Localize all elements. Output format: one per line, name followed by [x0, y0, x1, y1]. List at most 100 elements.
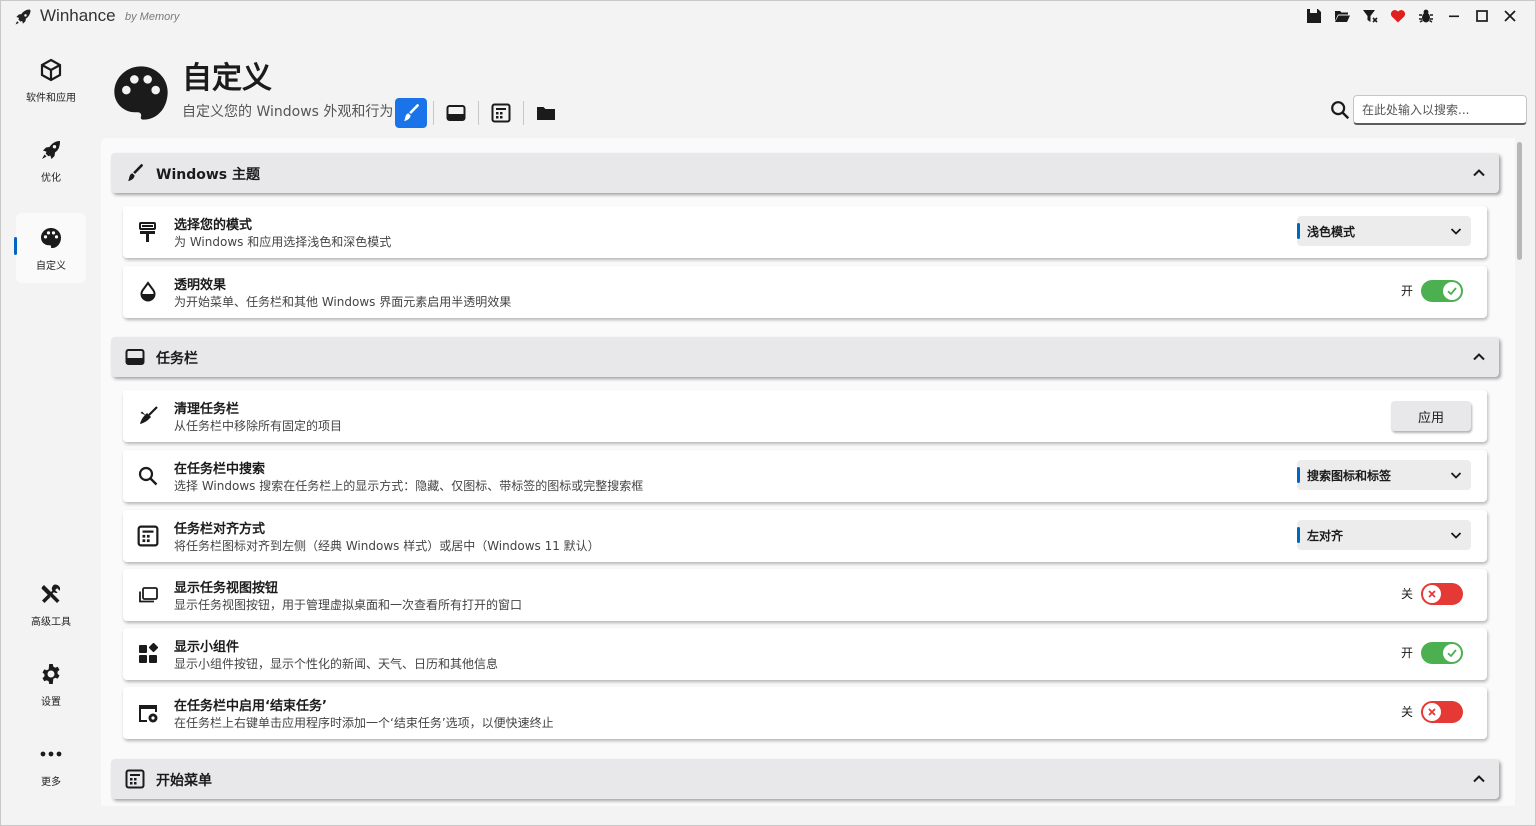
heart-icon[interactable]	[1387, 5, 1409, 27]
quick-nav-separator	[478, 101, 479, 125]
quick-nav-separator	[433, 101, 434, 125]
maximize-icon[interactable]	[1471, 5, 1493, 27]
toggle-state-label: 关	[1400, 587, 1413, 601]
chevron-down-icon	[1450, 228, 1462, 235]
sidebar-item-optimize[interactable]: 优化	[16, 125, 86, 195]
setting-description: 为 Windows 和应用选择浅色和深色模式	[174, 235, 392, 249]
section-title: Windows 主题	[156, 167, 260, 183]
folder-open-icon[interactable]	[1331, 5, 1353, 27]
save-icon[interactable]	[1303, 5, 1325, 27]
gear-icon	[38, 661, 64, 687]
sidebar-item-more[interactable]: 更多	[16, 729, 86, 799]
widgets-icon	[139, 643, 159, 663]
setting-title: 在任务栏中启用‘结束任务’	[174, 699, 327, 714]
setting-title: 透明效果	[174, 278, 227, 293]
search-icon	[138, 466, 158, 486]
quick-nav-theme-button[interactable]	[395, 98, 427, 128]
filter-icon[interactable]	[1359, 5, 1381, 27]
sidebar-item-advanced-tools[interactable]: 高级工具	[16, 569, 86, 639]
setting-card-widgets: 显示小组件 显示小组件按钮，显示个性化的新闻、天气、日历和其他信息 开	[123, 628, 1487, 680]
window-settings-icon	[139, 705, 158, 723]
palette-icon	[38, 225, 64, 251]
chevron-up-icon[interactable]	[1471, 771, 1487, 787]
title-bar: Winhance by Memory	[1, 1, 1535, 33]
taskbar-icon	[125, 349, 145, 365]
taskbar-search-dropdown[interactable]: 搜索图标和标签	[1297, 460, 1471, 490]
search-icon	[1331, 101, 1350, 120]
setting-card-end-task: 在任务栏中启用‘结束任务’ 在任务栏上右键单击应用程序时添加一个‘结束任务’选项…	[123, 687, 1487, 739]
setting-card-clean-taskbar: 清理任务栏 从任务栏中移除所有固定的项目 应用	[123, 390, 1487, 442]
end-task-toggle[interactable]	[1421, 701, 1463, 723]
taskbar-icon	[446, 105, 466, 121]
app-window: Winhance by Memory 软件和应用 优化 自定义 高级工具 设置 …	[0, 0, 1536, 826]
page-title: 自定义	[182, 61, 272, 96]
section-header-start-menu[interactable]: 开始菜单	[111, 759, 1499, 799]
water-drop-icon	[140, 281, 156, 302]
setting-description: 将任务栏图标对齐到左侧（经典 Windows 样式）或居中（Windows 11…	[174, 539, 600, 553]
chevron-up-icon[interactable]	[1471, 349, 1487, 365]
brush-icon	[404, 104, 419, 121]
bug-icon[interactable]	[1415, 5, 1437, 27]
quick-nav	[395, 98, 562, 128]
theme-mode-dropdown[interactable]: 浅色模式	[1297, 216, 1471, 246]
dropdown-value: 浅色模式	[1307, 225, 1356, 239]
vertical-scrollbar[interactable]	[1517, 142, 1522, 260]
chevron-up-icon[interactable]	[1471, 165, 1487, 181]
task-view-icon	[139, 587, 158, 603]
app-title: Winhance	[40, 6, 116, 25]
close-icon[interactable]	[1499, 5, 1521, 27]
setting-description: 在任务栏上右键单击应用程序时添加一个‘结束任务’选项，以便快速终止	[174, 716, 554, 730]
setting-title: 任务栏对齐方式	[174, 522, 266, 537]
dropdown-accent-bar	[1297, 527, 1300, 543]
quick-nav-explorer-button[interactable]	[530, 98, 562, 128]
settings-content: Windows 主题 选择您的模式 为 Windows 和应用选择浅色和深色模式…	[101, 138, 1515, 806]
toggle-state-label: 开	[1400, 284, 1413, 298]
task-view-toggle[interactable]	[1421, 583, 1463, 605]
setting-title: 清理任务栏	[174, 402, 240, 417]
setting-card-transparency: 透明效果 为开始菜单、任务栏和其他 Windows 界面元素启用半透明效果 开	[123, 266, 1487, 318]
setting-description: 选择 Windows 搜索在任务栏上的显示方式：隐藏、仅图标、带标签的图标或完整…	[174, 479, 644, 493]
transparency-toggle[interactable]	[1421, 280, 1463, 302]
apply-button[interactable]: 应用	[1391, 401, 1471, 431]
setting-description: 为开始菜单、任务栏和其他 Windows 界面元素启用半透明效果	[174, 295, 512, 309]
section-header-taskbar[interactable]: 任务栏	[111, 337, 1499, 377]
dropdown-value: 左对齐	[1307, 529, 1344, 543]
minimize-icon[interactable]	[1443, 5, 1465, 27]
taskbar-alignment-dropdown[interactable]: 左对齐	[1297, 520, 1471, 550]
folder-icon	[537, 107, 555, 120]
sidebar-item-label: 高级工具	[31, 616, 71, 628]
cube-icon	[38, 57, 64, 83]
setting-card-taskbar-search: 在任务栏中搜索 选择 Windows 搜索在任务栏上的显示方式：隐藏、仅图标、带…	[123, 450, 1487, 502]
setting-title: 在任务栏中搜索	[174, 462, 266, 477]
quick-nav-taskbar-button[interactable]	[440, 98, 472, 128]
sidebar-item-settings[interactable]: 设置	[16, 649, 86, 719]
check-icon	[1447, 649, 1457, 658]
sidebar-item-customize[interactable]: 自定义	[14, 213, 86, 283]
brush-icon	[128, 164, 143, 181]
setting-description: 显示小组件按钮，显示个性化的新闻、天气、日历和其他信息	[174, 657, 499, 671]
page-palette-icon	[114, 66, 168, 120]
setting-card-task-view: 显示任务视图按钮 显示任务视图按钮，用于管理虚拟桌面和一次查看所有打开的窗口 关	[123, 569, 1487, 621]
toggle-state-label: 关	[1400, 705, 1413, 719]
x-icon	[1428, 590, 1436, 598]
sidebar-item-label: 自定义	[36, 260, 66, 272]
sidebar-item-label: 更多	[41, 776, 61, 788]
setting-title: 显示小组件	[174, 640, 240, 655]
x-icon	[1428, 708, 1436, 716]
toggle-knob	[1423, 703, 1441, 721]
setting-card-theme-mode: 选择您的模式 为 Windows 和应用选择浅色和深色模式 浅色模式	[123, 206, 1487, 258]
app-subtitle: by Memory	[125, 11, 180, 23]
sidebar-item-label: 优化	[41, 172, 61, 184]
toggle-knob	[1443, 282, 1461, 300]
setting-description: 从任务栏中移除所有固定的项目	[174, 419, 343, 433]
search-input[interactable]	[1353, 95, 1527, 125]
quick-nav-start-menu-button[interactable]	[485, 98, 517, 128]
sidebar-item-software-apps[interactable]: 软件和应用	[16, 45, 86, 115]
section-header-windows-theme[interactable]: Windows 主题	[111, 153, 1499, 193]
page-subtitle: 自定义您的 Windows 外观和行为	[182, 104, 394, 120]
more-icon	[38, 741, 64, 767]
toggle-knob	[1423, 585, 1441, 603]
app-logo-rocket-icon	[15, 9, 31, 25]
toggle-knob	[1443, 644, 1461, 662]
widgets-toggle[interactable]	[1421, 642, 1463, 664]
